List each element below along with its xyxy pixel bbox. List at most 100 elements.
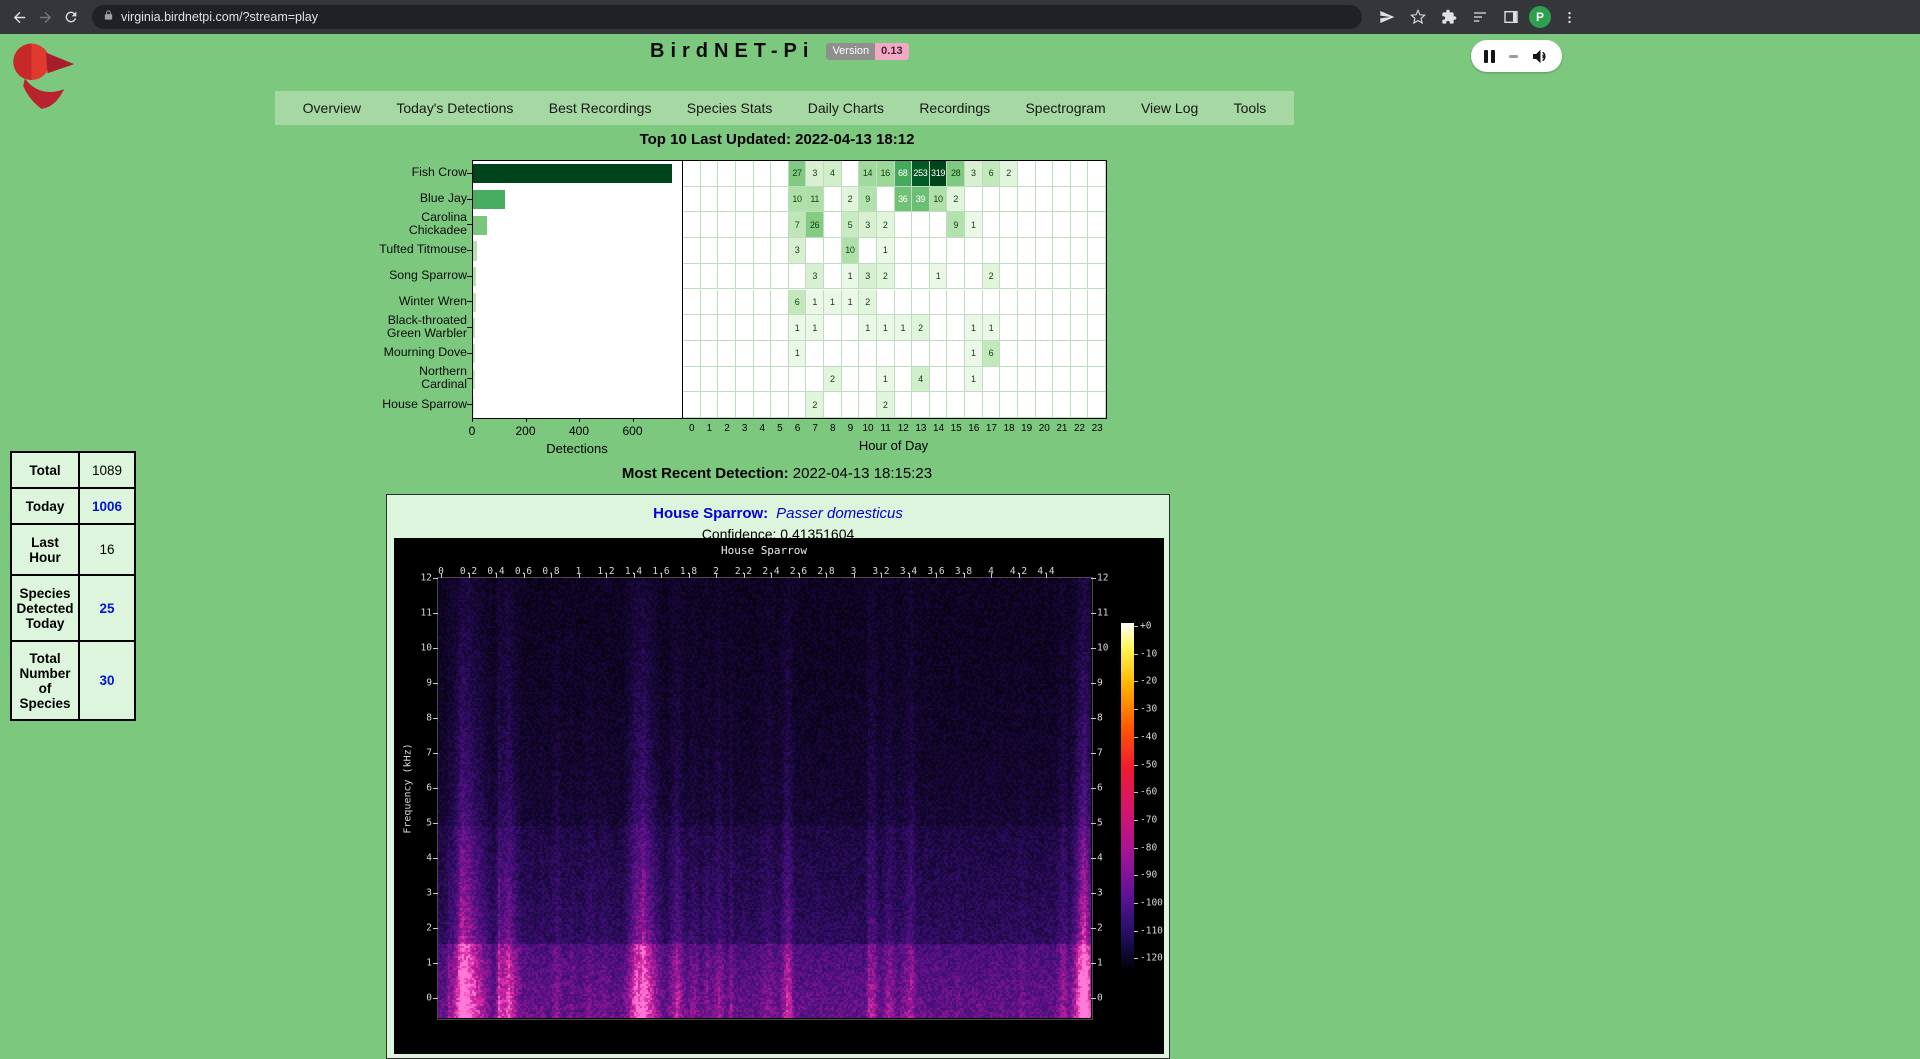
pause-icon[interactable] (1484, 50, 1495, 63)
freq-tick-label: 4 (1097, 853, 1103, 864)
heatmap-cell (912, 290, 930, 316)
heatmap-cell (1053, 238, 1071, 264)
heatmap-cell (1071, 161, 1089, 187)
stats-row: Last Hour16 (11, 524, 135, 575)
heatmap-cell (965, 187, 983, 213)
nav-item-species-stats[interactable]: Species Stats (687, 100, 773, 116)
recent-detection-label: Most Recent Detection: (622, 465, 789, 482)
heatmap-cell (983, 212, 1001, 238)
heatmap-cell: 2 (947, 187, 965, 213)
colorbar-tick (1134, 709, 1138, 710)
colorbar-tick (1134, 931, 1138, 932)
seek-icon[interactable] (1509, 55, 1518, 58)
heatmap-cell (1071, 392, 1089, 418)
spectrogram-image: House Sparrow Frequency (kHz) 00.20.40.6… (394, 538, 1164, 1054)
time-tick (909, 573, 910, 578)
time-tick (826, 573, 827, 578)
heatmap-cell (1053, 264, 1071, 290)
heatmap-cell (895, 264, 913, 290)
side-panel-icon[interactable] (1498, 4, 1524, 30)
freq-tick (1091, 613, 1096, 614)
species-common-name: House Sparrow: (653, 505, 768, 522)
freq-tick-label: 12 (1097, 573, 1108, 584)
freq-tick-label: 10 (410, 643, 432, 654)
spectrogram-plot-border (437, 577, 1093, 1020)
heatmap-cell: 6 (789, 290, 807, 316)
hour-tick-label: 11 (880, 423, 890, 434)
nav-item-recordings[interactable]: Recordings (919, 100, 990, 116)
heatmap-cell (683, 315, 701, 341)
forward-icon[interactable] (32, 4, 58, 30)
freq-tick (1091, 998, 1096, 999)
heatmap-cell (859, 238, 877, 264)
freq-tick (433, 788, 438, 789)
version-badge: Version 0.13 (826, 43, 908, 60)
heatmap-cell (736, 212, 754, 238)
heatmap-cell (1036, 367, 1054, 393)
heatmap-cell (736, 341, 754, 367)
heatmap-cell: 14 (859, 161, 877, 187)
heatmap-cell: 2 (877, 212, 895, 238)
heatmap-cell (1088, 290, 1106, 316)
star-icon[interactable] (1405, 4, 1431, 30)
audio-player[interactable] (1471, 40, 1562, 72)
stats-value-total-number-of-species[interactable]: 30 (79, 641, 135, 720)
heatmap-cell (930, 315, 948, 341)
time-tick (744, 573, 745, 578)
heatmap-cell (947, 264, 965, 290)
menu-icon[interactable] (1556, 4, 1582, 30)
heatmap-cell (947, 315, 965, 341)
heatmap-cell (1000, 238, 1018, 264)
heatmap-cell (683, 341, 701, 367)
hour-tick-label: 0 (689, 423, 695, 434)
nav-item-daily-charts[interactable]: Daily Charts (808, 100, 884, 116)
heatmap-cell: 6 (983, 161, 1001, 187)
nav-item-best-recordings[interactable]: Best Recordings (549, 100, 652, 116)
heatmap-cell (736, 315, 754, 341)
url-bar[interactable]: virginia.birdnetpi.com/?stream=play (92, 5, 1362, 29)
heatmap-cell: 1 (877, 367, 895, 393)
heatmap-cell (1071, 367, 1089, 393)
heatmap-cell (824, 187, 842, 213)
nav-item-spectrogram[interactable]: Spectrogram (1025, 100, 1105, 116)
nav-item-overview[interactable]: Overview (303, 100, 361, 116)
freq-tick-label: 12 (410, 573, 432, 584)
heatmap-cell (1053, 212, 1071, 238)
nav-item-today-s-detections[interactable]: Today's Detections (396, 100, 513, 116)
heatmap-cell: 4 (824, 161, 842, 187)
stats-value-today[interactable]: 1006 (79, 488, 135, 524)
heatmap-cell (912, 392, 930, 418)
bar-axis-tick (472, 418, 473, 422)
heatmap-cell (1018, 238, 1036, 264)
heatmap-cell: 2 (842, 187, 860, 213)
heatmap-cell (806, 238, 824, 264)
heatmap-cell (1018, 367, 1036, 393)
freq-tick (1091, 753, 1096, 754)
reading-list-icon[interactable] (1467, 4, 1493, 30)
time-tick (579, 573, 580, 578)
freq-tick-label: 2 (410, 923, 432, 934)
profile-avatar[interactable]: P (1529, 6, 1551, 28)
species-link[interactable]: House Sparrow:Passer domesticus (653, 505, 903, 522)
extensions-icon[interactable] (1436, 4, 1462, 30)
heatmap-cell (736, 264, 754, 290)
send-icon[interactable] (1374, 4, 1400, 30)
nav-item-view-log[interactable]: View Log (1141, 100, 1198, 116)
heatmap-cell (754, 367, 772, 393)
heatmap-cell (842, 392, 860, 418)
heatmap-cell (718, 238, 736, 264)
volume-icon[interactable] (1532, 49, 1549, 64)
heatmap-cell (718, 264, 736, 290)
stats-value-species-detected-today[interactable]: 25 (79, 575, 135, 641)
reload-icon[interactable] (58, 4, 84, 30)
freq-tick-label: 11 (410, 608, 432, 619)
stats-label-today: Today (11, 488, 79, 524)
time-tick (1019, 573, 1020, 578)
back-icon[interactable] (6, 4, 32, 30)
heatmap-cell: 6 (983, 341, 1001, 367)
heatmap-cell (842, 367, 860, 393)
heatmap-cell (947, 341, 965, 367)
freq-tick (1091, 858, 1096, 859)
nav-menu: Overview Today's Detections Best Recording… (275, 91, 1294, 125)
nav-item-tools[interactable]: Tools (1234, 100, 1267, 116)
